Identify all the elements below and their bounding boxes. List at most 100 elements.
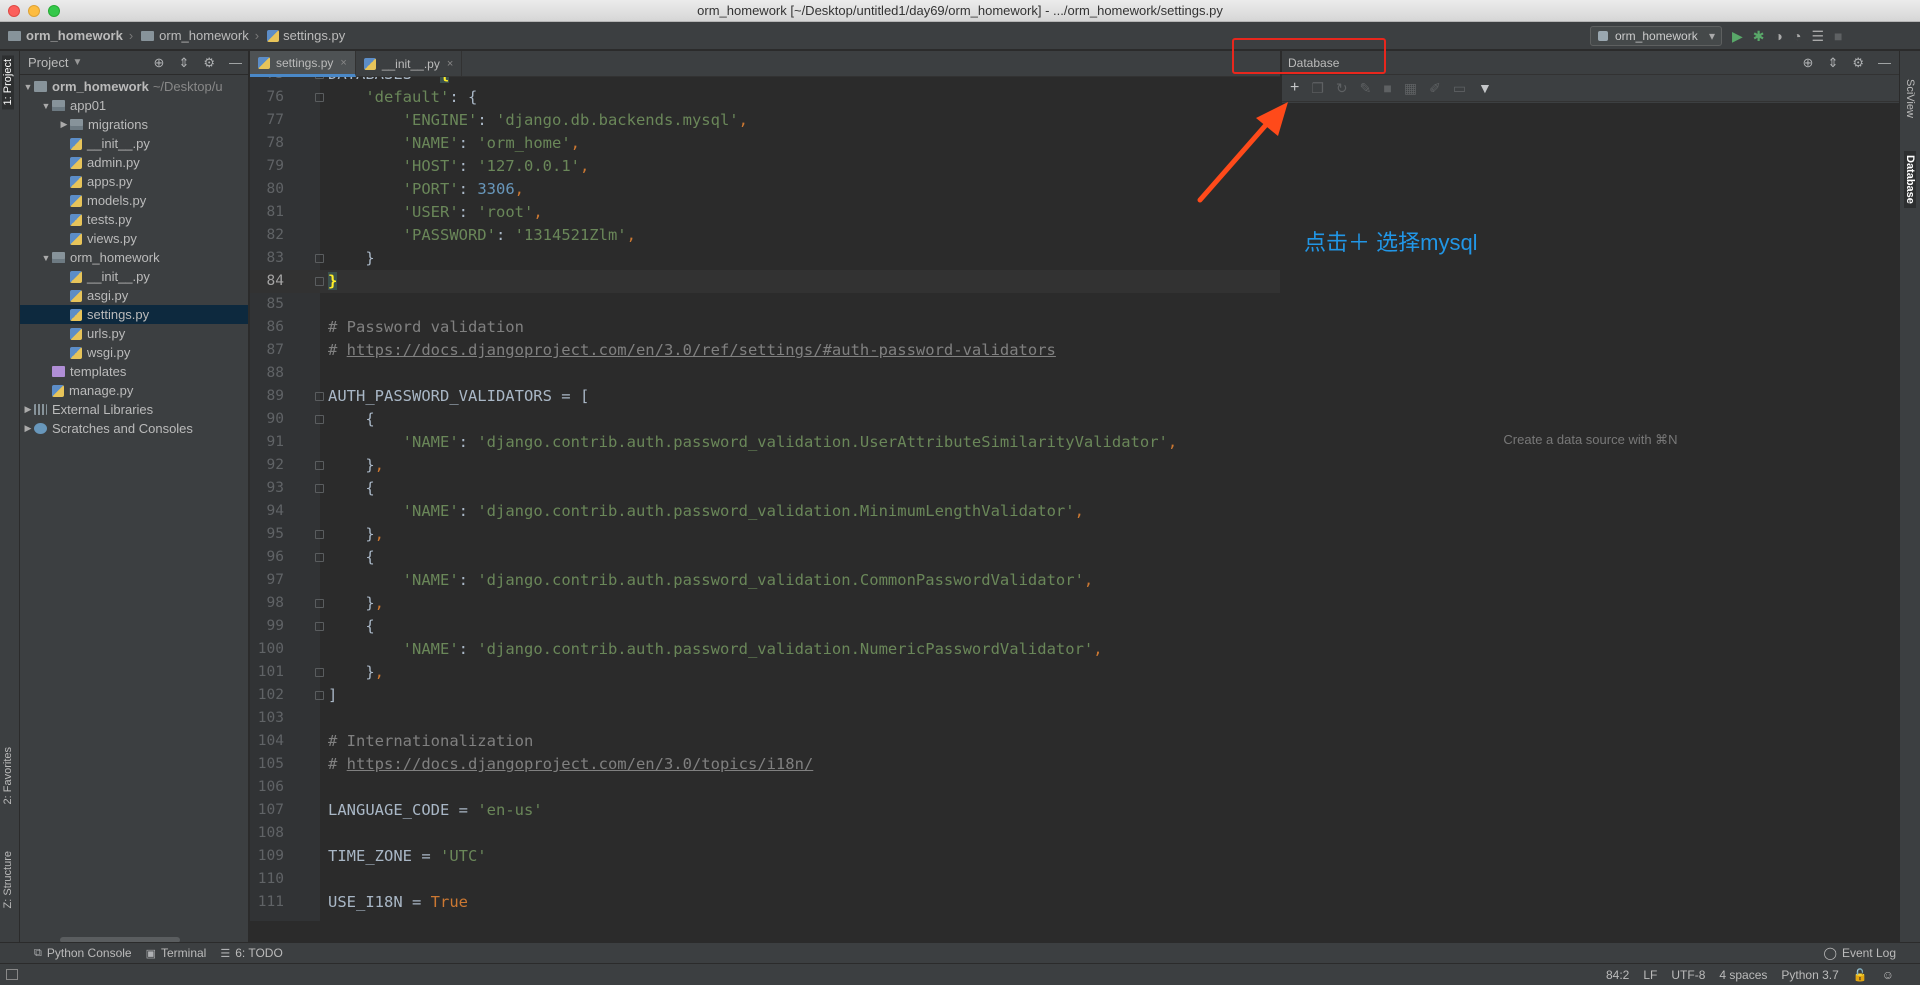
- code-line[interactable]: 88: [250, 362, 1280, 385]
- tree-node[interactable]: __init__.py: [20, 267, 248, 286]
- code-line[interactable]: 98 },: [250, 592, 1280, 615]
- edit-icon[interactable]: ✐: [1429, 80, 1441, 97]
- tree-node[interactable]: admin.py: [20, 153, 248, 172]
- code-line[interactable]: 93 {: [250, 477, 1280, 500]
- fold-marker-icon[interactable]: [315, 254, 324, 263]
- code-line[interactable]: 107 LANGUAGE_CODE = 'en-us': [250, 799, 1280, 822]
- collapse-all-icon[interactable]: ⇕: [178, 55, 189, 71]
- run-icon[interactable]: ▶: [1732, 28, 1743, 44]
- code-line[interactable]: 89 AUTH_PASSWORD_VALIDATORS = [: [250, 385, 1280, 408]
- fold-marker-icon[interactable]: [315, 77, 324, 79]
- console-icon[interactable]: ▭: [1453, 80, 1466, 97]
- event-log-button[interactable]: ◯ Event Log: [1824, 946, 1896, 960]
- chevron-down-icon[interactable]: ▼: [40, 253, 52, 263]
- tool-windows-icon[interactable]: [6, 969, 18, 980]
- fold-marker-icon[interactable]: [315, 530, 324, 539]
- fold-marker-icon[interactable]: [315, 691, 324, 700]
- code-line[interactable]: 102]: [250, 684, 1280, 707]
- fold-marker-icon[interactable]: [315, 553, 324, 562]
- database-tree-area[interactable]: 点击＋ 选择mysql Create a data source with ⌘N: [1282, 103, 1899, 959]
- inspector-icon[interactable]: ☺: [1882, 968, 1894, 982]
- tree-node[interactable]: urls.py: [20, 324, 248, 343]
- fold-marker-icon[interactable]: [315, 461, 324, 470]
- code-editor[interactable]: 75DATABASES = {76 'default': {77 'ENGINE…: [250, 77, 1280, 921]
- code-line[interactable]: 76 'default': {: [250, 86, 1280, 109]
- hide-panel-icon[interactable]: —: [1878, 55, 1891, 71]
- tree-node[interactable]: wsgi.py: [20, 343, 248, 362]
- code-line[interactable]: 100 'NAME': 'django.contrib.auth.passwor…: [250, 638, 1280, 661]
- tab-database[interactable]: Database: [1904, 151, 1916, 208]
- run-with-options-icon[interactable]: ☰: [1811, 28, 1824, 44]
- code-line[interactable]: 83 }: [250, 247, 1280, 270]
- breadcrumb-package[interactable]: orm_homework ›: [133, 28, 259, 43]
- gear-icon[interactable]: ⚙: [1852, 55, 1864, 71]
- tree-node[interactable]: ▶ Scratches and Consoles: [20, 419, 248, 438]
- gear-icon[interactable]: ⚙: [203, 55, 215, 71]
- code-line[interactable]: 84}: [250, 270, 1280, 293]
- code-line[interactable]: 97 'NAME': 'django.contrib.auth.password…: [250, 569, 1280, 592]
- tab-sciview[interactable]: SciView: [1904, 79, 1916, 118]
- code-line[interactable]: 101 },: [250, 661, 1280, 684]
- line-separator[interactable]: LF: [1643, 968, 1657, 982]
- code-line[interactable]: 104 # Internationalization: [250, 730, 1280, 753]
- code-line[interactable]: 81 'USER': 'root',: [250, 201, 1280, 224]
- run-configuration-select[interactable]: orm_homework ▾: [1590, 26, 1722, 46]
- chevron-down-icon[interactable]: ▼: [40, 101, 52, 111]
- locate-icon[interactable]: ⊕: [1803, 55, 1814, 71]
- code-line[interactable]: 105 # https://docs.djangoproject.com/en/3…: [250, 753, 1280, 776]
- tab-settings-py[interactable]: settings.py ×: [250, 51, 356, 77]
- code-line[interactable]: 75 DATABASES = {: [250, 77, 1280, 86]
- locate-file-icon[interactable]: ⊕: [154, 55, 165, 71]
- code-line[interactable]: 86 # Password validation: [250, 316, 1280, 339]
- table-icon[interactable]: ▦: [1404, 80, 1417, 97]
- tree-node[interactable]: ▼ app01: [20, 96, 248, 115]
- tree-node[interactable]: __init__.py: [20, 134, 248, 153]
- code-line[interactable]: 110: [250, 868, 1280, 891]
- terminal-button[interactable]: ▣ Terminal: [146, 946, 207, 960]
- hide-panel-icon[interactable]: —: [229, 55, 242, 71]
- code-line[interactable]: 87 # https://docs.djangoproject.com/en/3.…: [250, 339, 1280, 362]
- code-line[interactable]: 99 {: [250, 615, 1280, 638]
- fold-marker-icon[interactable]: [315, 392, 324, 401]
- tree-node[interactable]: tests.py: [20, 210, 248, 229]
- tab-init-py[interactable]: __init__.py ×: [356, 51, 463, 77]
- debug-icon[interactable]: ✱: [1753, 28, 1765, 44]
- tree-node[interactable]: settings.py: [20, 305, 248, 324]
- tree-node[interactable]: models.py: [20, 191, 248, 210]
- python-console-button[interactable]: ⧉ Python Console: [34, 946, 132, 960]
- file-encoding[interactable]: UTF-8: [1671, 968, 1705, 982]
- tab-favorites[interactable]: 2: Favorites: [2, 747, 14, 804]
- chevron-right-icon[interactable]: ▶: [58, 119, 70, 130]
- code-line[interactable]: 79 'HOST': '127.0.0.1',: [250, 155, 1280, 178]
- code-line[interactable]: 108: [250, 822, 1280, 845]
- code-line[interactable]: 111 USE_I18N = True: [250, 891, 1280, 914]
- code-line[interactable]: 92 },: [250, 454, 1280, 477]
- fold-marker-icon[interactable]: [315, 622, 324, 631]
- code-line[interactable]: 109 TIME_ZONE = 'UTC': [250, 845, 1280, 868]
- refresh-icon[interactable]: ↻: [1336, 80, 1348, 97]
- fold-marker-icon[interactable]: [315, 415, 324, 424]
- fold-marker-icon[interactable]: [315, 599, 324, 608]
- project-view-select[interactable]: Project: [28, 55, 68, 70]
- tree-node[interactable]: ▼ orm_homework ~/Desktop/u: [20, 77, 248, 96]
- tree-node[interactable]: asgi.py: [20, 286, 248, 305]
- chevron-down-icon[interactable]: ▼: [72, 57, 82, 68]
- profile-icon[interactable]: ◔: [1793, 28, 1801, 44]
- chevron-right-icon[interactable]: ▶: [22, 423, 34, 434]
- code-line[interactable]: 103: [250, 707, 1280, 730]
- tree-node[interactable]: ▶ External Libraries: [20, 400, 248, 419]
- add-data-source-icon[interactable]: +: [1290, 79, 1299, 97]
- code-line[interactable]: 90 {: [250, 408, 1280, 431]
- collapse-all-icon[interactable]: ⇕: [1827, 55, 1838, 71]
- breadcrumb-project[interactable]: orm_homework ›: [0, 28, 133, 43]
- code-line[interactable]: 80 'PORT': 3306,: [250, 178, 1280, 201]
- duplicate-icon[interactable]: ❐: [1311, 80, 1324, 97]
- code-line[interactable]: 96 {: [250, 546, 1280, 569]
- caret-position[interactable]: 84:2: [1606, 968, 1629, 982]
- indent-setting[interactable]: 4 spaces: [1719, 968, 1767, 982]
- chevron-down-icon[interactable]: ▼: [22, 82, 34, 92]
- code-line[interactable]: 77 'ENGINE': 'django.db.backends.mysql',: [250, 109, 1280, 132]
- code-line[interactable]: 78 'NAME': 'orm_home',: [250, 132, 1280, 155]
- code-line[interactable]: 95 },: [250, 523, 1280, 546]
- close-icon[interactable]: ×: [340, 57, 346, 69]
